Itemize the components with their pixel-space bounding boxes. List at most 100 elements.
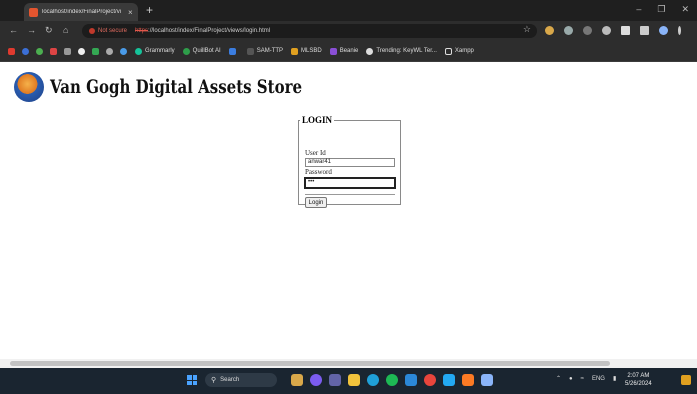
- folder-icon: [246, 47, 254, 55]
- not-secure-label[interactable]: Not secure: [98, 28, 127, 34]
- bookmark-item[interactable]: QuillBot AI: [182, 47, 221, 55]
- mic-icon[interactable]: ●: [569, 376, 573, 382]
- pin-icon[interactable]: [64, 47, 71, 55]
- github-icon[interactable]: [78, 47, 85, 55]
- home-icon[interactable]: ⌂: [63, 25, 68, 35]
- password-input[interactable]: •••: [304, 177, 396, 189]
- extension-icon[interactable]: [564, 26, 573, 35]
- login-form: LOGIN User Id anwar41 Password ••• Login: [298, 115, 401, 208]
- spotify-icon[interactable]: [386, 374, 398, 386]
- vscode-icon[interactable]: [443, 374, 455, 386]
- chrome-icon[interactable]: [36, 47, 43, 55]
- teams-icon[interactable]: [329, 374, 341, 386]
- widgets-icon[interactable]: [291, 374, 303, 386]
- gmail-icon[interactable]: [50, 47, 57, 55]
- youtube-icon[interactable]: [8, 47, 15, 55]
- browser-toolbar: ← → ↻ ⌂ Not secure https ://localhost/in…: [0, 21, 697, 41]
- file-explorer-icon[interactable]: [348, 374, 360, 386]
- taskbar-search[interactable]: ⚲ Search: [205, 373, 277, 387]
- address-bar[interactable]: Not secure https ://localhost/index/Fina…: [82, 24, 537, 38]
- sheets-icon[interactable]: [92, 47, 99, 55]
- login-button[interactable]: Login: [305, 197, 327, 208]
- app-icon[interactable]: [481, 374, 493, 386]
- search-icon: ⚲: [211, 377, 217, 384]
- globe-icon[interactable]: [106, 47, 113, 55]
- minimize-icon[interactable]: –: [636, 4, 641, 15]
- taskbar-clock[interactable]: 2:07 AM 5/26/2024: [625, 372, 652, 388]
- clock-time: 2:07 AM: [627, 373, 650, 379]
- clock-date: 5/26/2024: [625, 381, 652, 387]
- horizontal-scrollbar[interactable]: [0, 359, 697, 368]
- system-tray: ⌃ ● ≈ ENG ▮: [556, 375, 616, 383]
- new-tab-button[interactable]: +: [146, 3, 153, 17]
- bookmark-item[interactable]: MLSBD: [291, 47, 322, 55]
- extension-icon[interactable]: [545, 26, 554, 35]
- bookmark-site-icon: [329, 47, 337, 55]
- xampp-icon[interactable]: [462, 374, 474, 386]
- bookmark-label: Grammarly: [145, 48, 175, 54]
- bookmark-item[interactable]: Xampp: [444, 47, 474, 55]
- restore-icon[interactable]: ❐: [657, 4, 665, 15]
- extension-icon[interactable]: [602, 26, 611, 35]
- store-icon[interactable]: [405, 374, 417, 386]
- bookmark-site-icon: [228, 47, 236, 55]
- quillbot-icon: [182, 47, 190, 55]
- back-icon[interactable]: ←: [9, 25, 18, 35]
- notification-icon[interactable]: [681, 375, 691, 385]
- extension-icons: [545, 26, 681, 35]
- profile-avatar[interactable]: [659, 26, 668, 35]
- folder-icon: [444, 47, 452, 55]
- bookmark-label: QuillBot AI: [192, 48, 221, 54]
- grammarly-icon: [135, 47, 142, 55]
- close-window-icon[interactable]: ✕: [681, 4, 689, 15]
- bookmark-item[interactable]: Trending: KeyWL Ter...: [366, 47, 437, 55]
- bookmark-item[interactable]: Beanie: [329, 47, 359, 55]
- bookmark-item[interactable]: [228, 47, 239, 55]
- bookmark-label: SAM-TTP: [256, 48, 284, 54]
- chevron-up-icon[interactable]: ⌃: [556, 375, 561, 382]
- bookmark-label: Xampp: [454, 48, 474, 54]
- copilot-icon[interactable]: [310, 374, 322, 386]
- extension-icon[interactable]: [583, 26, 592, 35]
- edge-icon[interactable]: [367, 374, 379, 386]
- start-icon[interactable]: [187, 375, 197, 385]
- taskbar: ⚲ Search ⌃ ● ≈ ENG ▮ 2:07 AM 5/26/2024: [0, 368, 697, 394]
- download-icon[interactable]: [621, 26, 630, 35]
- browser-tab[interactable]: localhost/index/FinalProject/vi ×: [24, 3, 138, 21]
- store-logo: [14, 72, 44, 102]
- url-text: ://localhost/index/FinalProject/views/lo…: [148, 28, 271, 34]
- language-indicator[interactable]: ENG: [592, 376, 605, 382]
- user-id-label: User Id: [305, 149, 326, 157]
- cloud-icon[interactable]: [120, 47, 127, 55]
- bookmarks-bar: Grammarly QuillBot AI SAM-TTP MLSBD Bean…: [0, 41, 697, 62]
- taskbar-apps: [291, 374, 493, 386]
- login-legend: LOGIN: [302, 115, 333, 125]
- window-controls: – ❐ ✕: [636, 4, 689, 15]
- tab-favicon-icon: [29, 7, 38, 17]
- reload-icon[interactable]: ↻: [45, 25, 53, 36]
- search-label: Search: [220, 377, 240, 383]
- scrollbar-thumb[interactable]: [10, 361, 610, 366]
- bookmark-star-icon[interactable]: ☆: [523, 24, 531, 35]
- form-divider: [305, 194, 395, 195]
- close-tab-icon[interactable]: ×: [128, 8, 133, 17]
- battery-icon[interactable]: ▮: [613, 375, 616, 382]
- user-id-input[interactable]: anwar41: [305, 158, 395, 167]
- browser-tab-strip: localhost/index/FinalProject/vi × + – ❐ …: [0, 0, 697, 21]
- forward-icon[interactable]: →: [27, 25, 36, 35]
- bookmark-label: MLSBD: [301, 48, 322, 54]
- facebook-icon[interactable]: [22, 47, 29, 55]
- wifi-icon[interactable]: ≈: [581, 376, 584, 382]
- chrome-icon[interactable]: [424, 374, 436, 386]
- page-title: Van Gogh Digital Assets Store: [50, 76, 303, 98]
- folder-icon: [291, 47, 299, 55]
- sidebar-icon[interactable]: [640, 26, 649, 35]
- menu-kebab-icon[interactable]: [678, 26, 681, 35]
- bookmark-item[interactable]: SAM-TTP: [246, 47, 284, 55]
- password-label: Password: [305, 168, 332, 176]
- tab-title: localhost/index/FinalProject/vi: [42, 9, 122, 15]
- not-secure-icon[interactable]: [89, 28, 95, 34]
- globe-icon: [366, 47, 374, 55]
- bookmark-item[interactable]: Grammarly: [135, 47, 175, 55]
- bookmark-label: Beanie: [339, 48, 359, 54]
